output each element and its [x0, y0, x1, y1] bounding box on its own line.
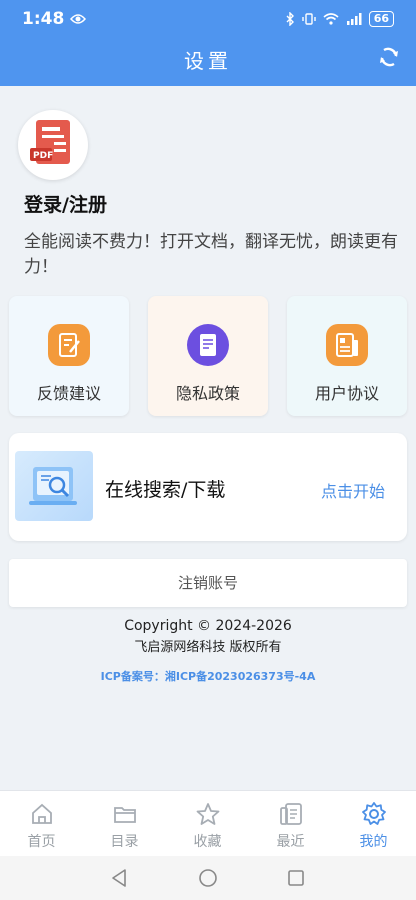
app-header: 1:48 66 设置: [0, 0, 416, 86]
bottom-tab-bar: 首页 目录 收藏 最近 我的: [0, 790, 416, 856]
tab-mine-label: 我的: [359, 834, 388, 850]
back-nav-icon[interactable]: [110, 868, 128, 888]
avatar[interactable]: PDF: [18, 110, 88, 180]
home-nav-icon[interactable]: [198, 868, 218, 888]
feedback-card[interactable]: 反馈建议: [9, 296, 129, 416]
privacy-document-icon: [187, 324, 229, 366]
feedback-icon: [48, 324, 90, 366]
vibrate-icon: [301, 13, 316, 25]
eye-icon: [70, 14, 86, 24]
user-agreement-icon: [326, 324, 368, 366]
folder-icon: [114, 807, 136, 823]
company-text: 飞启源网络科技 版权所有: [134, 640, 282, 655]
tab-recent-label: 最近: [276, 834, 305, 850]
wifi-icon: [323, 13, 339, 25]
home-icon: [32, 803, 52, 824]
online-search-card[interactable]: 在线搜索/下载 点击开始: [9, 433, 407, 541]
pdf-logo-icon: PDF: [30, 120, 70, 164]
tab-home-label: 首页: [27, 834, 56, 850]
tab-home[interactable]: 首页: [0, 791, 83, 857]
tab-mine[interactable]: 我的: [332, 791, 415, 857]
copyright-text: Copyright © 2024-2026: [124, 618, 292, 634]
user-agreement-card[interactable]: 用户协议: [287, 296, 407, 416]
delete-account-button[interactable]: 注销账号: [9, 559, 407, 607]
tab-favorites[interactable]: 收藏: [166, 791, 249, 857]
online-search-title: 在线搜索/下载: [105, 479, 226, 501]
recents-nav-icon[interactable]: [287, 869, 305, 887]
login-register-link[interactable]: 登录/注册: [24, 190, 107, 217]
svg-text:PDF: PDF: [33, 151, 53, 161]
icp-record-link[interactable]: ICP备案号：湘ICP备2023026373号-4A: [0, 668, 416, 684]
start-search-link[interactable]: 点击开始: [321, 478, 385, 502]
tab-catalog-label: 目录: [110, 834, 139, 850]
bluetooth-icon: [286, 12, 294, 26]
feedback-label: 反馈建议: [36, 384, 101, 403]
status-icons: 66: [285, 11, 394, 27]
page-title: 设置: [184, 49, 232, 73]
user-agreement-label: 用户协议: [314, 384, 379, 403]
star-icon: [196, 803, 220, 825]
tab-favorites-label: 收藏: [193, 834, 222, 850]
battery-indicator: 66: [368, 11, 394, 27]
tab-catalog[interactable]: 目录: [83, 791, 166, 857]
status-time: 1:48: [22, 9, 65, 29]
privacy-policy-label: 隐私政策: [175, 384, 240, 403]
refresh-icon[interactable]: [378, 46, 400, 68]
gear-icon: [362, 802, 386, 825]
app-slogan: 全能阅读不费力！打开文档，翻译无忧，朗读更有力！: [24, 232, 398, 277]
system-navigation-bar: [0, 856, 416, 900]
recent-icon: [280, 803, 302, 825]
signal-icon: [346, 13, 362, 25]
tab-recent[interactable]: 最近: [249, 791, 332, 857]
status-bar: 1:48 66: [0, 0, 416, 38]
privacy-policy-card[interactable]: 隐私政策: [148, 296, 268, 416]
search-illustration: [15, 451, 93, 521]
